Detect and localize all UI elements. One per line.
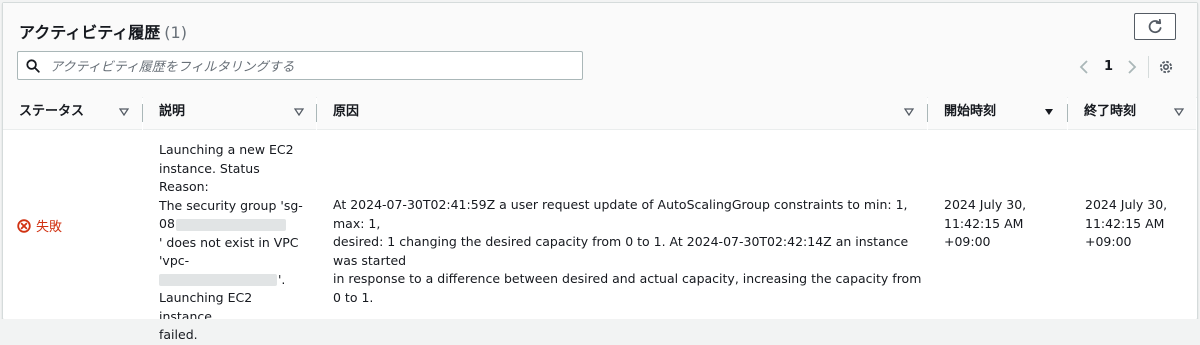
pagination-divider (1148, 56, 1149, 78)
redacted-area (159, 274, 277, 286)
description-line: instance. Status Reason: (159, 160, 260, 195)
redacted-area (175, 218, 286, 231)
column-divider[interactable] (927, 104, 928, 122)
sort-caret-icon (294, 108, 304, 116)
end-time-line: 2024 July 30, (1085, 197, 1168, 212)
status-label: 失敗 (36, 220, 63, 235)
end-time-line: 11:42:15 AM (1085, 215, 1165, 231)
column-header-description-label: 説明 (159, 104, 186, 119)
description-line: The security group 'sg- (159, 197, 303, 213)
start-time-cell: 2024 July 30, 11:42:15 AM +09:00 (944, 196, 1064, 252)
filter-search-box[interactable] (17, 51, 583, 80)
description-line: 08 (159, 216, 175, 231)
cause-cell: At 2024-07-30T02:41:59Z a user request u… (333, 196, 923, 307)
description-line-redacted: 08 (159, 215, 309, 234)
gear-icon (1159, 60, 1173, 74)
error-icon (17, 218, 31, 233)
next-page-button[interactable] (1126, 59, 1138, 79)
description-line: ' does not exist in VPC (159, 234, 299, 250)
chevron-left-icon (1079, 60, 1088, 74)
filter-search-input[interactable] (48, 56, 572, 78)
column-divider[interactable] (142, 104, 143, 122)
sort-caret-icon (1174, 108, 1184, 116)
preferences-button[interactable] (1158, 59, 1174, 79)
column-header-start-time[interactable]: 開始時刻 (928, 94, 1067, 130)
column-header-status-label: ステータス (19, 104, 85, 119)
start-time-line: 11:42:15 AM (944, 215, 1024, 231)
sort-descending-icon (1045, 109, 1053, 115)
description-line: failed. (159, 327, 198, 342)
status-cell: 失敗 (17, 216, 62, 235)
start-time-line: 2024 July 30, (944, 197, 1027, 212)
end-time-line: +09:00 (1085, 234, 1132, 249)
description-line: 'vpc- (159, 253, 190, 268)
column-header-end-time[interactable]: 終了時刻 (1068, 94, 1196, 130)
sort-caret-icon (119, 108, 129, 116)
cause-line: desired: 1 changing the desired capacity… (333, 234, 909, 268)
end-time-cell: 2024 July 30, 11:42:15 AM +09:00 (1085, 196, 1190, 252)
column-divider[interactable] (1067, 104, 1068, 122)
description-line: '. (278, 271, 286, 287)
column-header-cause[interactable]: 原因 (317, 94, 927, 130)
column-header-description[interactable]: 説明 (143, 94, 316, 130)
refresh-icon (1148, 18, 1162, 33)
column-divider[interactable] (316, 104, 317, 122)
refresh-button[interactable] (1134, 13, 1176, 40)
description-cell: Launching a new EC2 instance. Status Rea… (159, 141, 309, 345)
description-line: Launching a new EC2 (159, 142, 294, 157)
description-line-redacted: '. (159, 271, 309, 290)
column-header-end-time-label: 終了時刻 (1084, 104, 1137, 119)
sort-caret-icon (904, 108, 914, 116)
start-time-line: +09:00 (944, 234, 991, 249)
column-header-status[interactable]: ステータス (3, 94, 142, 130)
page-background-strip (0, 319, 1200, 325)
search-icon (26, 58, 40, 77)
column-header-start-time-label: 開始時刻 (944, 104, 997, 119)
panel-title: アクティビティ履歴 (1) (19, 19, 187, 43)
column-header-cause-label: 原因 (333, 104, 360, 119)
cause-line: At 2024-07-30T02:41:59Z a user request u… (333, 197, 908, 231)
current-page-number[interactable]: 1 (1104, 59, 1113, 74)
panel-title-text: アクティビティ履歴 (19, 23, 161, 42)
panel-title-count: (1) (164, 23, 187, 42)
chevron-right-icon (1128, 60, 1137, 74)
previous-page-button[interactable] (1078, 59, 1090, 79)
cause-line: in response to a difference between desi… (333, 271, 922, 305)
